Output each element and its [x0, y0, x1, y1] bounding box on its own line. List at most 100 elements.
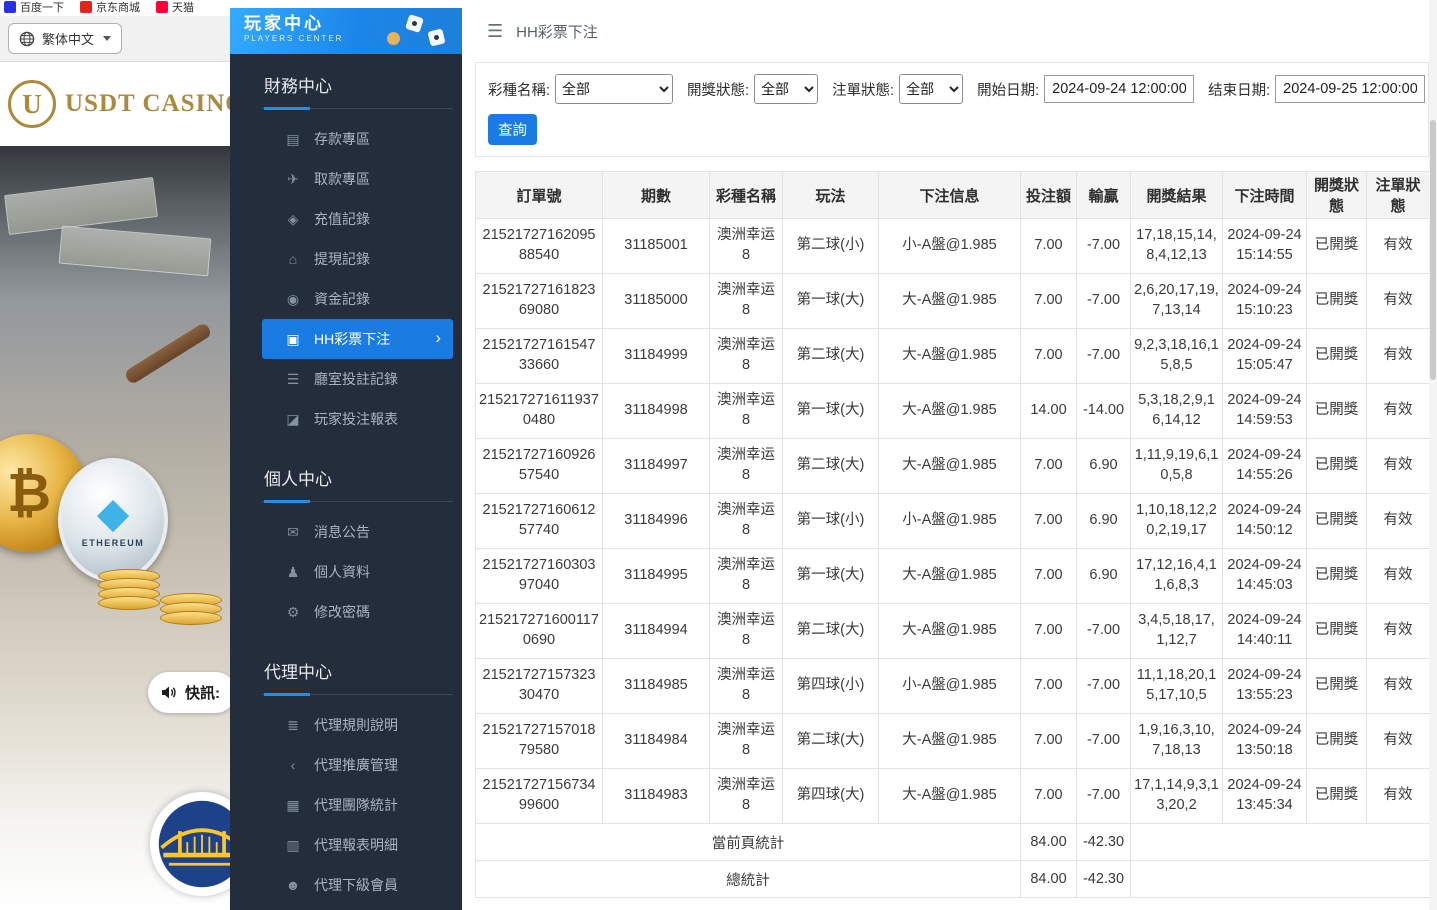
nav-item-icon: ◉ — [282, 291, 304, 308]
main-content: ☰ HH彩票下注 彩種名稱: 全部 開獎狀態: 全部 — [462, 0, 1437, 910]
table-row: 2152172716119370480 31184998 澳洲幸运8 第一球(大… — [476, 384, 1430, 439]
nav-item-icon: ▤ — [282, 131, 304, 148]
sidebar-item[interactable]: ◉ 資金記錄 — [262, 279, 453, 319]
cell-order-status: 有效 — [1367, 439, 1430, 494]
bookmark-item[interactable]: 天猫 — [156, 0, 194, 15]
cell-order-no: 2152172716001170690 — [476, 604, 603, 659]
nav-item-icon: ☰ — [282, 371, 304, 388]
menu-icon[interactable]: ☰ — [487, 21, 503, 42]
cell-bet-info: 大-A盤@1.985 — [879, 604, 1021, 659]
bookmark-label: 天猫 — [172, 0, 194, 15]
cell-period: 31185000 — [603, 274, 710, 329]
sidebar-item[interactable]: ◈ 充值記錄 — [262, 199, 453, 239]
nav-item-icon: ⚙ — [282, 604, 304, 621]
cell-amount: 7.00 — [1021, 219, 1077, 274]
language-label: 繁体中文 — [42, 29, 94, 48]
ethereum-label: ETHEREUM — [82, 538, 145, 548]
cell-draw-status: 已開獎 — [1307, 384, 1367, 439]
search-button[interactable]: 查詢 — [488, 114, 537, 145]
cell-result: 1,9,16,3,10,7,18,13 — [1131, 714, 1223, 769]
news-ticker-button[interactable]: 快訊: — [148, 672, 236, 713]
col-header-period: 期數 — [603, 172, 710, 219]
table-row: 2152172715673499600 31184983 澳洲幸运8 第四球(大… — [476, 769, 1430, 824]
cell-bet-info: 小-A盤@1.985 — [879, 494, 1021, 549]
sidebar-item[interactable]: ☻ 代理下級會員 — [262, 865, 453, 905]
nav-item-label: 消息公告 — [314, 522, 370, 542]
nav-item-label: 取款專區 — [314, 169, 370, 189]
cell-lottery: 澳洲幸运8 — [710, 384, 783, 439]
nav-item-icon: ◪ — [282, 411, 304, 428]
nav-item-label: 玩家投注報表 — [314, 409, 398, 429]
start-date-input[interactable] — [1044, 75, 1194, 103]
lottery-filter-select[interactable]: 全部 — [555, 74, 673, 104]
cell-play: 第四球(大) — [783, 769, 879, 824]
cell-lottery: 澳洲幸运8 — [710, 494, 783, 549]
end-date-label: 结束日期: — [1208, 79, 1270, 100]
cell-draw-status: 已開獎 — [1307, 274, 1367, 329]
nav-item-icon: ▥ — [282, 837, 304, 854]
cell-amount: 7.00 — [1021, 769, 1077, 824]
sidebar-item[interactable]: ✉ 消息公告 — [262, 512, 453, 552]
cell-order-no: 2152172715673499600 — [476, 769, 603, 824]
sidebar-item[interactable]: ♟ 個人資料 — [262, 552, 453, 592]
cell-order-no: 2152172716119370480 — [476, 384, 603, 439]
cell-lottery: 澳洲幸运8 — [710, 329, 783, 384]
nav-item-icon: ✈ — [282, 171, 304, 188]
sidebar-item[interactable]: ✈ 取款專區 — [262, 159, 453, 199]
bitcoin-symbol: ₿ — [7, 462, 51, 524]
bookmark-item[interactable]: 百度一下 — [4, 0, 64, 15]
cell-win-loss: 6.90 — [1077, 494, 1131, 549]
start-date-label: 開始日期: — [977, 79, 1039, 100]
end-date-input[interactable] — [1275, 75, 1425, 103]
sidebar-item[interactable]: ▦ 代理團隊統計 — [262, 785, 453, 825]
sidebar-item[interactable]: ⚙ 修改密碼 — [262, 592, 453, 632]
sidebar-item[interactable]: ☰ 廳室投註記錄 — [262, 359, 453, 399]
sidebar-item[interactable]: ≣ 代理規則說明 — [262, 705, 453, 745]
cell-result: 5,3,18,2,9,16,14,12 — [1131, 384, 1223, 439]
cell-win-loss: -7.00 — [1077, 329, 1131, 384]
bookmark-favicon — [156, 1, 168, 13]
cell-lottery: 澳洲幸运8 — [710, 439, 783, 494]
cell-time: 2024-09-24 14:45:03 — [1223, 549, 1307, 604]
sidebar-item[interactable]: ▣ HH彩票下注 › — [262, 319, 453, 359]
cell-order-status: 有效 — [1367, 329, 1430, 384]
cell-draw-status: 已開獎 — [1307, 604, 1367, 659]
cell-play: 第四球(小) — [783, 659, 879, 714]
col-header-time: 下注時間 — [1223, 172, 1307, 219]
cell-lottery: 澳洲幸运8 — [710, 714, 783, 769]
draw-status-filter-select[interactable]: 全部 — [754, 74, 818, 104]
cell-result: 11,1,18,20,15,17,10,5 — [1131, 659, 1223, 714]
cell-win-loss: -7.00 — [1077, 274, 1131, 329]
nav-item-label: 代理規則說明 — [314, 715, 398, 735]
sidebar-item[interactable]: ◪ 玩家投注報表 — [262, 399, 453, 439]
cell-order-status: 有效 — [1367, 604, 1430, 659]
cell-draw-status: 已開獎 — [1307, 769, 1367, 824]
cell-draw-status: 已開獎 — [1307, 494, 1367, 549]
cell-time: 2024-09-24 13:45:34 — [1223, 769, 1307, 824]
cell-period: 31184983 — [603, 769, 710, 824]
filter-panel: 彩種名稱: 全部 開獎狀態: 全部 注單狀態: 全 — [475, 62, 1429, 157]
sidebar-item[interactable]: ‹ 代理推廣管理 — [262, 745, 453, 785]
col-header-order-no: 訂單號 — [476, 172, 603, 219]
browser-bookmarks-bar: 百度一下 京东商城 天猫 — [0, 0, 232, 16]
cell-play: 第一球(大) — [783, 549, 879, 604]
sidebar-item[interactable]: ⌂ 提現記錄 — [262, 239, 453, 279]
cell-lottery: 澳洲幸运8 — [710, 659, 783, 714]
scrollbar-thumb[interactable] — [1430, 120, 1436, 380]
section-header-agent: 代理中心 — [262, 650, 453, 695]
cell-win-loss: 6.90 — [1077, 549, 1131, 604]
ethereum-coin: ◆ ETHEREUM — [58, 458, 168, 582]
cell-play: 第二球(小) — [783, 219, 879, 274]
table-row: 2152172716182369080 31185000 澳洲幸运8 第一球(大… — [476, 274, 1430, 329]
sidebar-item[interactable]: ▥ 代理報表明細 — [262, 825, 453, 865]
language-selector[interactable]: 繁体中文 — [8, 23, 122, 54]
cell-time: 2024-09-24 15:14:55 — [1223, 219, 1307, 274]
cell-result: 17,18,15,14,8,4,12,13 — [1131, 219, 1223, 274]
cell-draw-status: 已開獎 — [1307, 659, 1367, 714]
sidebar-item[interactable]: ≡ 會員投註明細 — [262, 905, 453, 910]
sidebar-item[interactable]: ▤ 存款專區 — [262, 119, 453, 159]
page-total-amount: 84.00 — [1021, 824, 1077, 861]
bookmark-item[interactable]: 京东商城 — [80, 0, 140, 15]
order-status-filter-label: 注單狀態: — [832, 79, 894, 100]
order-status-filter-select[interactable]: 全部 — [899, 74, 963, 104]
